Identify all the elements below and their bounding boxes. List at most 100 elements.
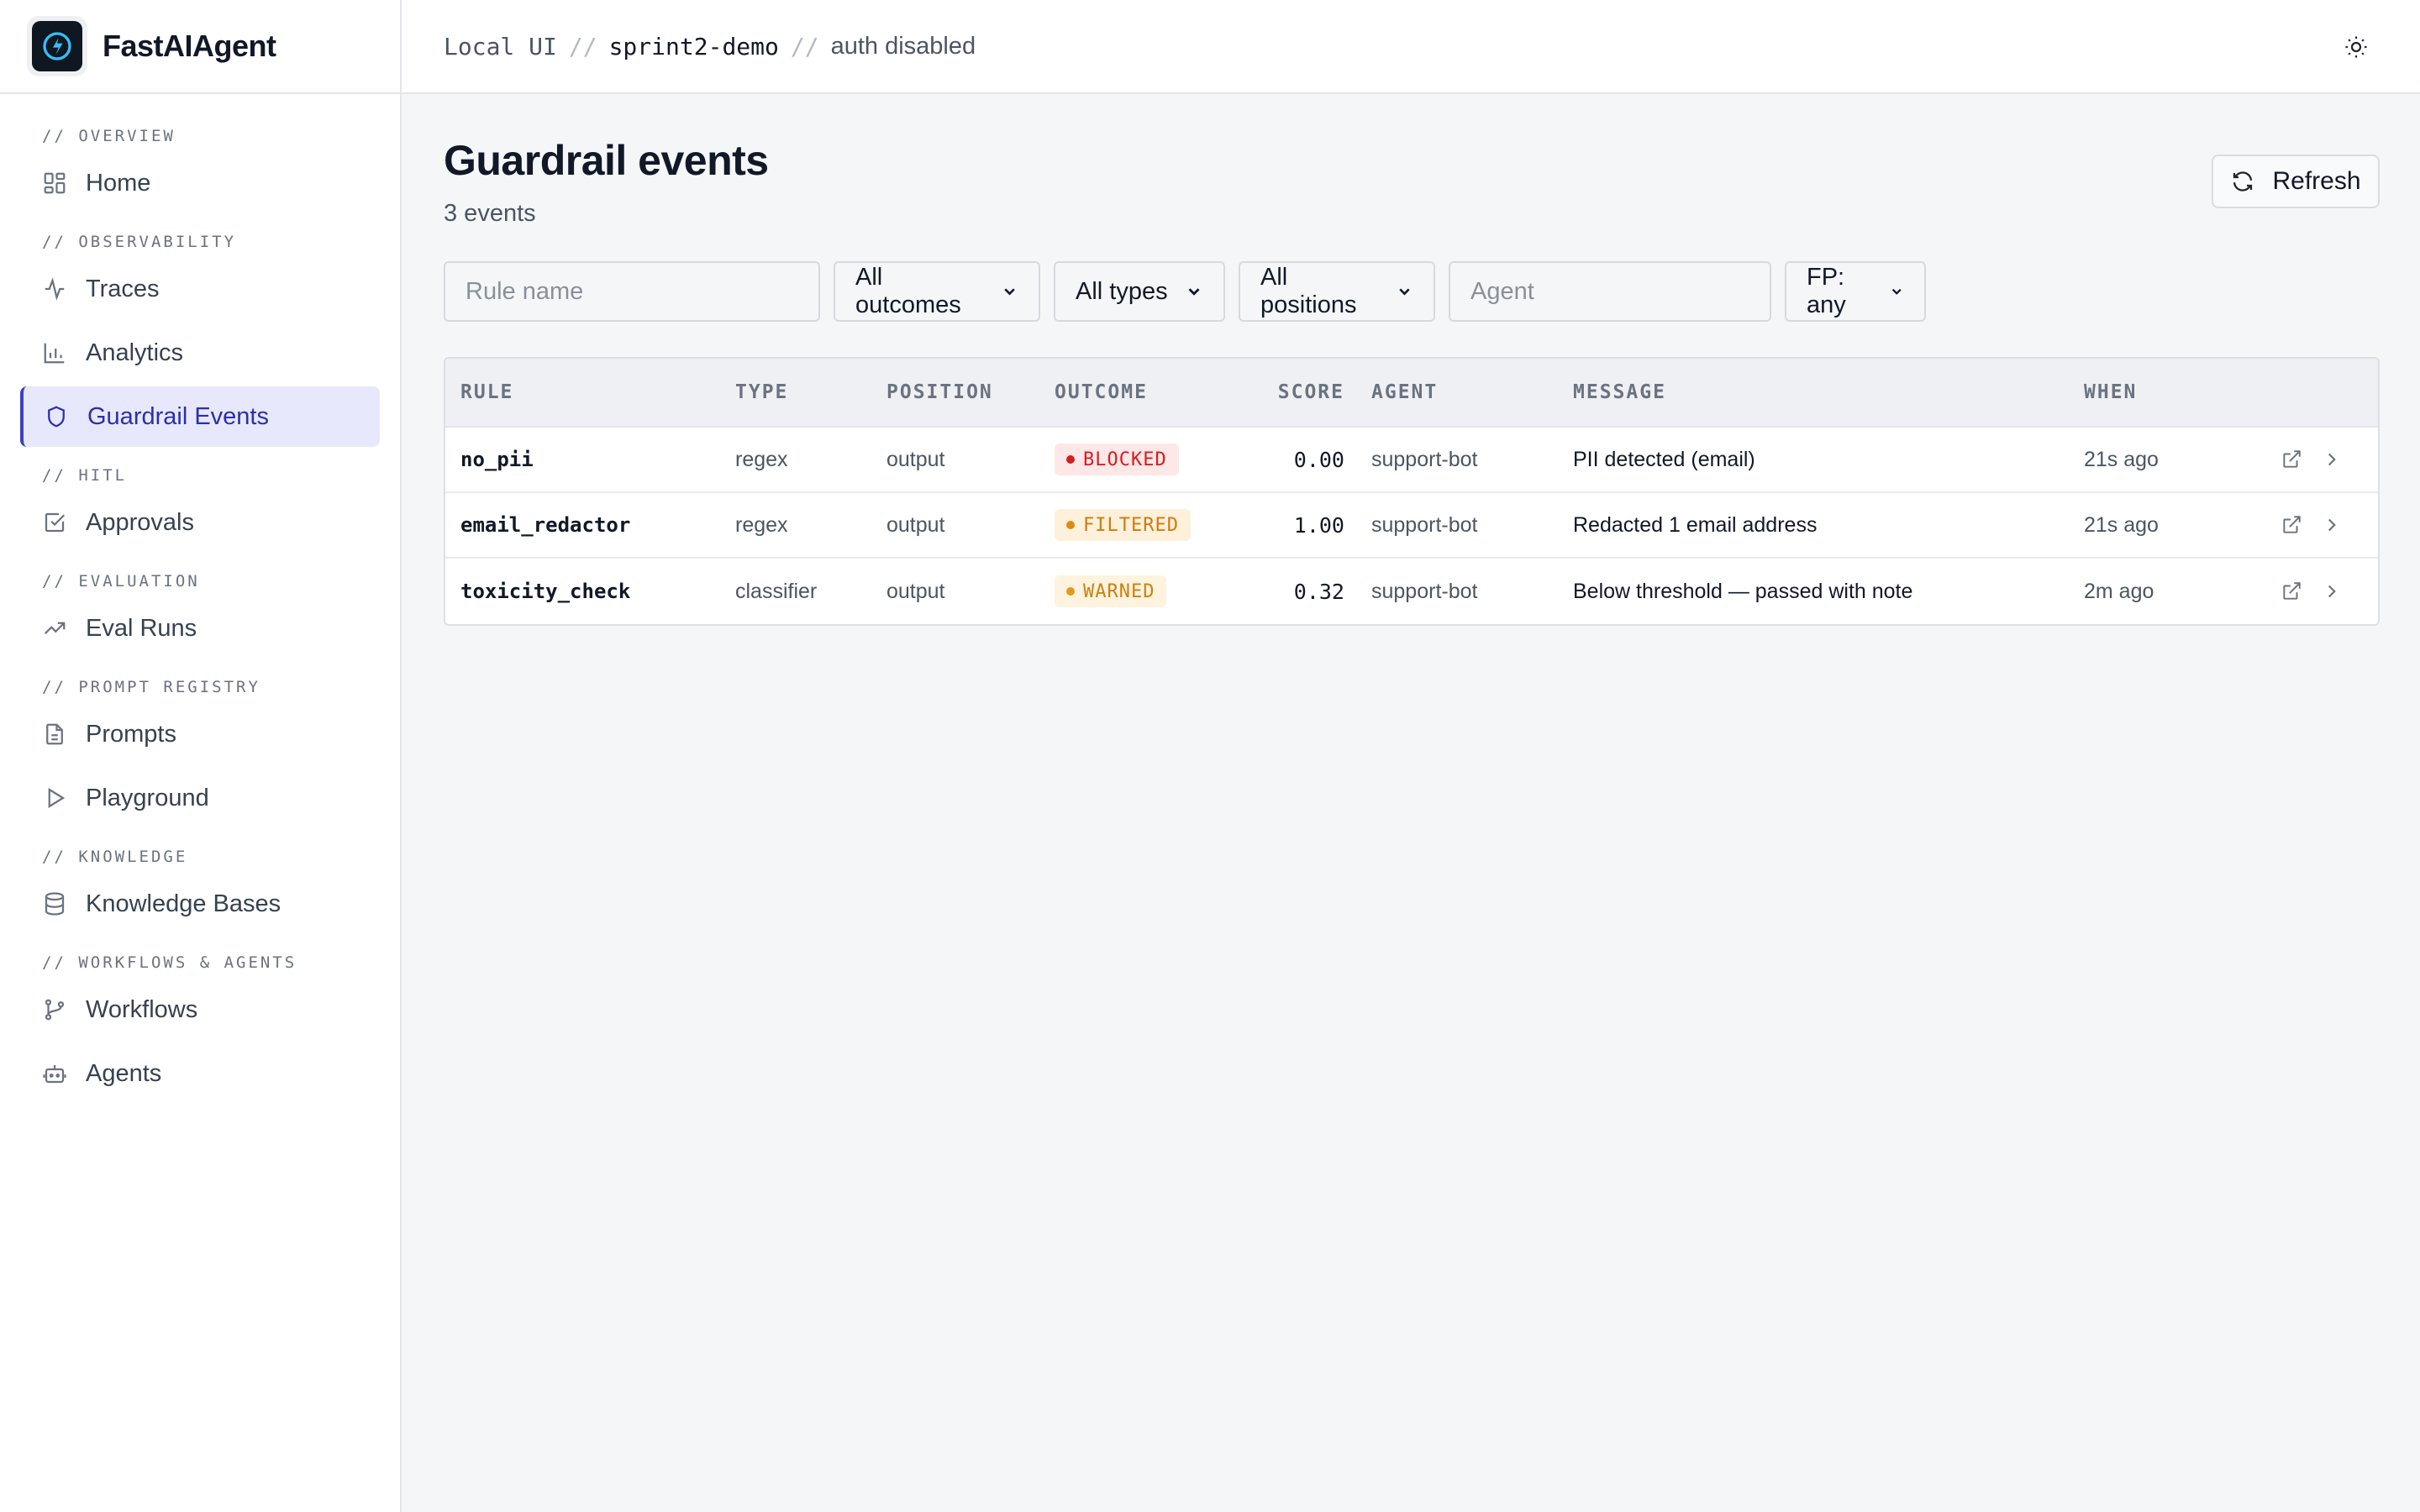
sidebar-item-approvals[interactable]: Approvals [20,492,380,553]
external-link-icon[interactable] [2281,580,2302,602]
sidebar-item-label: Traces [86,275,160,302]
sidebar-item-traces[interactable]: Traces [20,259,380,319]
sidebar-item-guardrail-events[interactable]: Guardrail Events [20,386,380,447]
agent-name: support-bot [1371,512,1478,537]
sidebar-item-label: Eval Runs [86,614,197,642]
rule-name-input[interactable]: Rule name [444,261,820,322]
sidebar-item-label: Knowledge Bases [86,890,281,917]
position-select-value: All positions [1260,264,1357,318]
rule-position: output [886,447,945,471]
chevron-right-icon[interactable] [2321,449,2343,470]
status-dot [1066,587,1075,596]
header-type[interactable]: TYPE [735,381,788,403]
table-row[interactable]: toxicity_check classifier output WARNED … [445,559,2378,624]
breadcrumb-auth-status: auth disabled [830,32,976,60]
trending-up-icon [44,622,66,635]
app-name: FastAIAgent [103,29,276,63]
sidebar-item-label: Analytics [86,339,184,366]
sidebar-item-knowledge-bases[interactable]: Knowledge Bases [20,874,380,934]
section-prompt-registry: // PROMPT REGISTRY [42,678,260,696]
score: 1.00 [1293,512,1344,538]
sidebar-item-prompts[interactable]: Prompts [20,704,380,764]
shield-icon [48,406,65,428]
header-when[interactable]: WHEN [2084,381,2137,403]
refresh-button[interactable]: Refresh [2212,155,2380,208]
section-evaluation: // EVALUATION [42,572,200,591]
external-link-icon[interactable] [2281,449,2302,470]
status-badge: WARNED [1055,575,1167,607]
sidebar-item-workflows[interactable]: Workflows [20,979,380,1040]
section-knowledge: // KNOWLEDGE [42,848,188,866]
header-message[interactable]: MESSAGE [1573,381,1666,403]
table-header: RULE TYPE POSITION OUTCOME SCORE AGENT M… [445,359,2378,428]
sidebar-item-home[interactable]: Home [20,153,380,213]
breadcrumb: Local UI // sprint2-demo // auth disable… [444,33,976,60]
check-square-icon [45,512,66,533]
header-score[interactable]: SCORE [1278,381,1344,403]
header-position[interactable]: POSITION [886,381,993,403]
event-time: 2m ago [2084,579,2154,603]
chevron-down-icon [1891,288,1902,295]
status-badge: FILTERED [1055,509,1191,541]
chevron-right-icon[interactable] [2321,514,2343,536]
event-message: Redacted 1 email address [1573,512,1818,537]
rule-type: classifier [735,579,818,603]
event-message: PII detected (email) [1573,447,1755,471]
score: 0.00 [1293,447,1344,472]
header-rule[interactable]: RULE [460,381,513,403]
lightning-icon [32,21,82,71]
status-label: FILTERED [1083,514,1179,536]
sidebar-item-playground[interactable]: Playground [20,768,380,828]
theme-toggle-button[interactable] [2341,32,2371,62]
chevron-down-icon [1004,288,1015,296]
sidebar-item-label: Playground [86,784,209,811]
breadcrumb-local-ui[interactable]: Local UI [444,33,557,60]
events-table: RULE TYPE POSITION OUTCOME SCORE AGENT M… [444,357,2380,626]
breadcrumb-project[interactable]: sprint2-demo [609,33,779,60]
header-outcome[interactable]: OUTCOME [1055,381,1148,403]
sidebar-item-label: Agents [86,1059,162,1087]
sun-icon [2345,36,2367,58]
file-text-icon [46,723,63,745]
agent-input[interactable]: Agent [1449,261,1771,322]
row-actions [2281,580,2343,602]
status-dot [1066,455,1075,464]
section-overview: // OVERVIEW [42,127,176,145]
event-message: Below threshold — passed with note [1573,579,1913,603]
status-dot [1066,521,1075,529]
type-select-value: All types [1076,277,1168,305]
fp-select[interactable]: FP: any [1785,261,1926,322]
table-row[interactable]: no_pii regex output BLOCKED 0.00 support… [445,428,2378,493]
outcome-select[interactable]: All outcomes [834,261,1040,322]
topbar: Local UI // sprint2-demo // auth disable… [402,0,2420,94]
agent-name: support-bot [1371,447,1478,471]
position-select[interactable]: All positions [1239,261,1435,322]
rule-name: toxicity_check [460,580,631,603]
sidebar-item-eval-runs[interactable]: Eval Runs [20,598,380,659]
sidebar-item-analytics[interactable]: Analytics [20,323,380,383]
bot-icon [43,1065,66,1084]
rule-name: no_pii [460,448,534,471]
event-time: 21s ago [2084,512,2159,537]
outcome-cell: BLOCKED [1055,444,1179,475]
type-select[interactable]: All types [1054,261,1225,322]
play-icon [48,787,66,809]
brand[interactable]: FastAIAgent [0,0,400,94]
chevron-right-icon[interactable] [2321,580,2343,602]
status-badge: BLOCKED [1055,444,1179,475]
rule-position: output [886,512,945,537]
external-link-icon[interactable] [2281,514,2302,536]
chevron-down-icon [1399,288,1410,296]
sidebar-item-agents[interactable]: Agents [20,1043,380,1104]
refresh-label: Refresh [2272,167,2361,195]
activity-icon [45,277,65,301]
database-icon [45,892,65,916]
sidebar-nav: // OVERVIEW Home // OBSERVABILITY Traces… [0,94,400,1104]
breadcrumb-separator: // [568,32,597,60]
sidebar-item-label: Workflows [86,995,198,1023]
table-row[interactable]: email_redactor regex output FILTERED 1.0… [445,493,2378,559]
section-workflows-agents: // WORKFLOWS & AGENTS [42,953,297,972]
score: 0.32 [1293,579,1344,604]
outcome-cell: FILTERED [1055,509,1191,541]
header-agent[interactable]: AGENT [1371,381,1438,403]
